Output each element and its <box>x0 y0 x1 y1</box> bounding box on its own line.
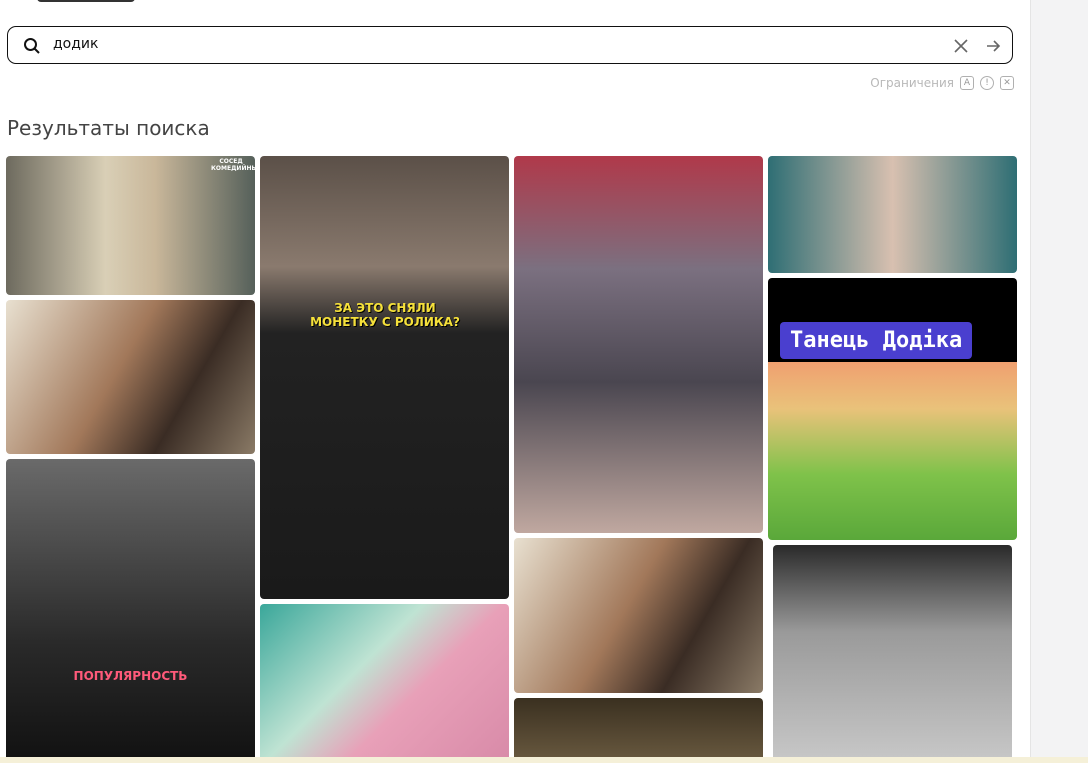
clear-icon[interactable] <box>954 39 968 53</box>
warning-icon[interactable]: ! <box>980 76 994 90</box>
result-tile[interactable] <box>6 300 255 454</box>
result-tile[interactable] <box>773 545 1012 763</box>
age-restriction-icon[interactable]: A <box>960 76 974 90</box>
restrictions-label: Ограничения <box>870 76 954 90</box>
tile-caption: ПОПУЛЯРНОСТЬ <box>73 669 188 683</box>
top-button[interactable] <box>37 0 135 2</box>
result-tile[interactable] <box>514 156 763 533</box>
tile-caption: СОСЕД КОМЕДИЙНЫЙ <box>211 158 255 172</box>
results-title: Результаты поиска <box>7 116 210 140</box>
no-comments-icon[interactable]: ✕ <box>1000 76 1014 90</box>
result-tile[interactable] <box>260 604 509 763</box>
result-tile[interactable]: ПОПУЛЯРНОСТЬ <box>6 459 255 763</box>
result-tile[interactable]: СОСЕД КОМЕДИЙНЫЙ <box>6 156 255 295</box>
search-input[interactable] <box>51 35 935 53</box>
result-tile[interactable] <box>768 156 1017 273</box>
arrow-right-icon[interactable] <box>985 38 1001 54</box>
bottom-strip <box>0 757 1088 763</box>
restrictions-bar: Ограничения A ! ✕ <box>870 76 1014 90</box>
tile-caption: Танець Додіка <box>780 322 973 359</box>
search-icon <box>24 38 40 54</box>
right-scroll-panel <box>1030 0 1088 763</box>
search-bar[interactable] <box>7 26 1013 64</box>
result-tile[interactable] <box>514 538 763 693</box>
result-tile[interactable]: Танець Додіка <box>768 278 1017 540</box>
result-tile[interactable]: ЗА ЭТО СНЯЛИ МОНЕТКУ С РОЛИКА? <box>260 156 509 599</box>
result-tile[interactable] <box>514 698 763 763</box>
tile-caption: ЗА ЭТО СНЯЛИ МОНЕТКУ С РОЛИКА? <box>310 301 460 329</box>
